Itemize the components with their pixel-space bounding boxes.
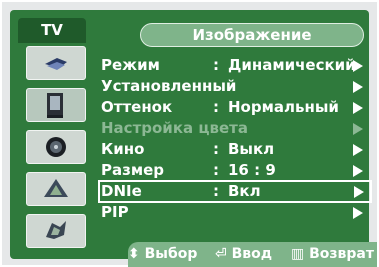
sidebar-item-channel[interactable] [26, 172, 86, 206]
footer-bar: ⬍ Выбор ⏎ Ввод ▥ Возврат [128, 242, 377, 267]
menu-item-size[interactable]: Размер : 16 : 9 [101, 161, 369, 180]
channel-icon [44, 179, 68, 197]
picture-icon [47, 93, 63, 118]
sidebar-item-input[interactable] [26, 46, 86, 80]
arrow-right-icon [353, 102, 363, 114]
menu-item-mode[interactable]: Режим : Динамический [101, 56, 369, 75]
antenna-icon [45, 58, 67, 70]
sidebar-item-picture[interactable] [26, 88, 86, 122]
return-icon: ▥ [291, 246, 305, 262]
arrow-right-icon [353, 144, 363, 156]
arrow-right-icon [353, 207, 363, 219]
menu-item-pip[interactable]: PIP [101, 203, 369, 222]
arrow-right-icon [353, 81, 363, 93]
page-title: Изображение [140, 23, 364, 47]
setup-icon [46, 221, 66, 239]
sidebar-icons [22, 46, 88, 251]
enter-icon: ⏎ [215, 246, 227, 262]
arrow-right-icon [354, 186, 364, 198]
footer-return: ▥ Возврат [291, 246, 374, 262]
updown-arrows-icon: ⬍ [128, 246, 140, 262]
menu-panel: TV Изображение Режим: Динамический Уста… [10, 10, 377, 267]
tv-tab[interactable]: TV [18, 18, 86, 43]
menu-item-tone[interactable]: Оттенок : Нормальный [101, 98, 369, 117]
osd-frame: TV Изображение Режим: Динамический Уста… [2, 2, 377, 267]
arrow-right-icon [353, 60, 363, 72]
menu-item-custom[interactable]: Установленный [101, 77, 369, 96]
menu-item-film[interactable]: Кино : Выкл [101, 140, 369, 159]
sidebar-item-sound[interactable] [26, 130, 86, 164]
menu-item-dnie[interactable]: DNIe : Вкл [98, 180, 372, 203]
menu-item-color-adjust: Настройка цвета [101, 119, 369, 138]
footer-enter: ⏎ Ввод [215, 246, 273, 262]
arrow-right-icon [353, 165, 363, 177]
sound-icon [46, 137, 66, 157]
footer-select: ⬍ Выбор [128, 246, 198, 262]
arrow-right-icon [353, 123, 363, 135]
sidebar-item-setup[interactable] [26, 214, 86, 248]
